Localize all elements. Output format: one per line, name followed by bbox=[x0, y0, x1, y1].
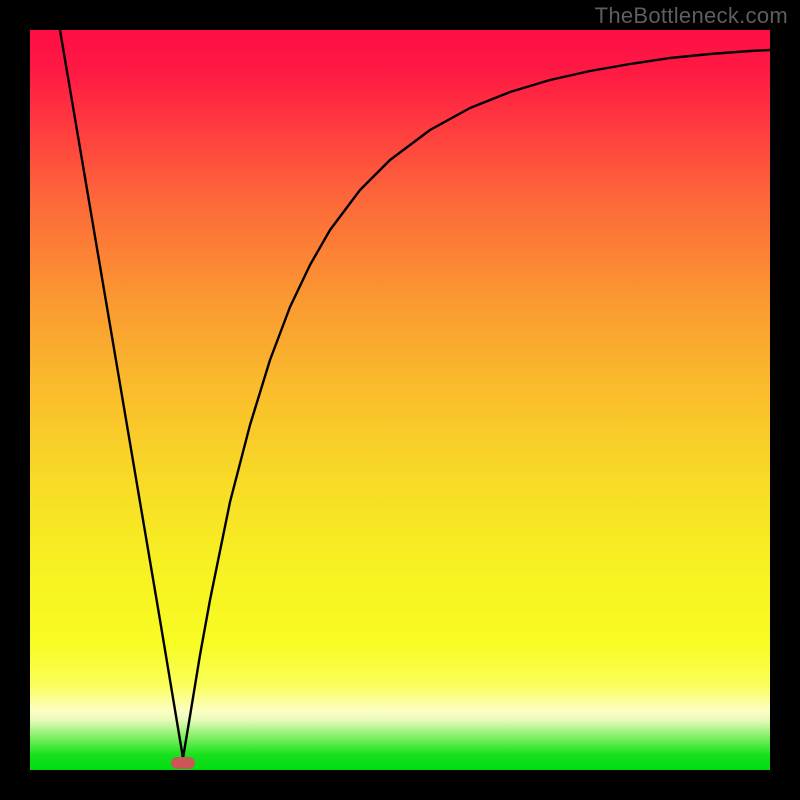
chart-frame: TheBottleneck.com bbox=[0, 0, 800, 800]
plot-area bbox=[30, 30, 770, 770]
bottleneck-curve-path bbox=[60, 30, 770, 758]
min-point-marker bbox=[171, 757, 195, 769]
watermark-text: TheBottleneck.com bbox=[595, 3, 788, 29]
curve-layer bbox=[30, 30, 770, 770]
